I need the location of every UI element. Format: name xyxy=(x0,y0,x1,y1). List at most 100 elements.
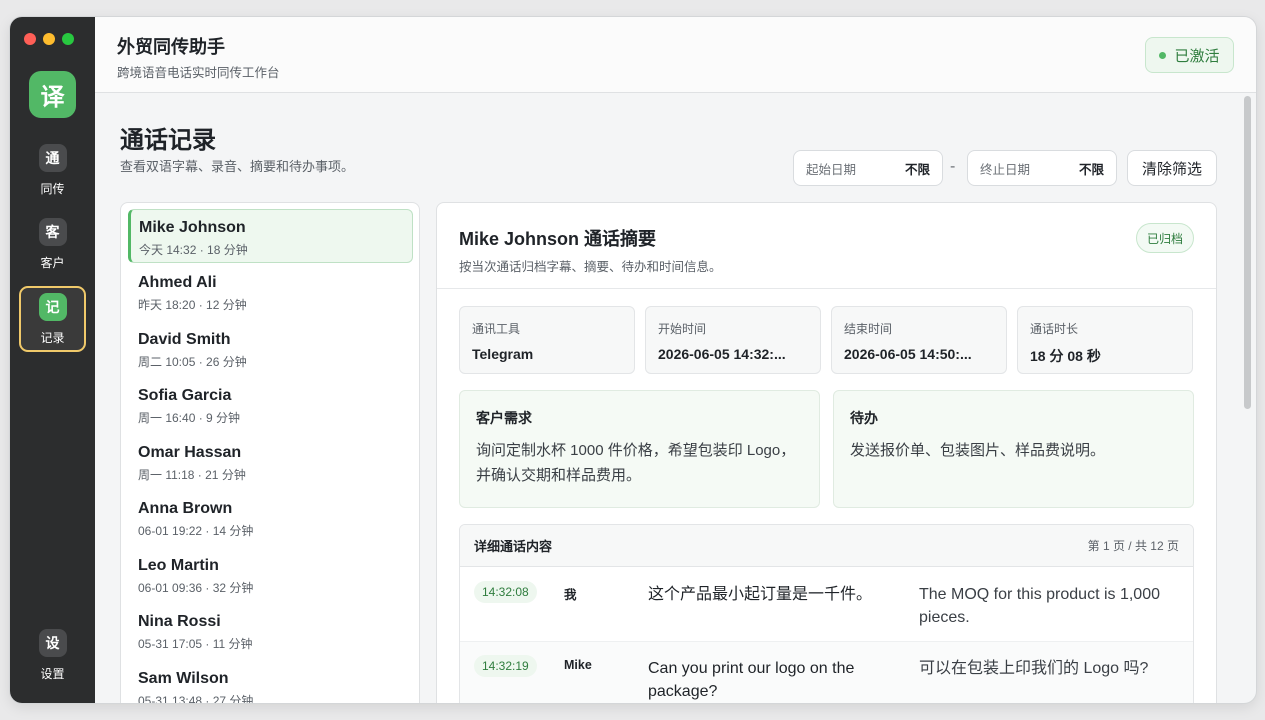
sidebar-item-label: 客户 xyxy=(40,256,65,270)
info-value: 2026-06-05 14:32:... xyxy=(658,346,786,362)
todo-card: 待办 发送报价单、包装图片、样品费说明。 xyxy=(833,390,1194,508)
transcript-speaker: 我 xyxy=(564,588,577,602)
sidebar-item-label: 同传 xyxy=(40,182,65,196)
detail-title: Mike Johnson 通话摘要 xyxy=(459,229,657,249)
call-name: Omar Hassan xyxy=(138,444,242,461)
customers-icon: 客 xyxy=(38,218,67,246)
call-meta: 昨天 18:20 · 12 分钟 xyxy=(138,298,247,312)
customer-needs-title: 客户需求 xyxy=(476,410,532,426)
info-label: 结束时间 xyxy=(844,322,893,336)
call-list-item[interactable]: Sam Wilson 05-31 13:48 · 27 分钟 xyxy=(128,661,413,703)
call-name: Ahmed Ali xyxy=(138,274,217,291)
transcript-speaker: Mike xyxy=(564,658,592,672)
info-label: 通话时长 xyxy=(1030,322,1079,336)
call-meta: 周二 10:05 · 26 分钟 xyxy=(138,355,247,369)
start-date-input[interactable]: 起始日期 不限 xyxy=(793,150,943,186)
call-name: Sofia Garcia xyxy=(138,387,232,404)
transcript-table: 详细通话内容 第 1 页 / 共 12 页 14:32:08 我 这个产品最小起… xyxy=(459,524,1194,703)
transcript-pagination[interactable]: 第 1 页 / 共 12 页 xyxy=(1088,537,1179,554)
call-meta: 05-31 13:48 · 27 分钟 xyxy=(138,694,254,703)
transcript-original: Can you print our logo on the package? xyxy=(648,660,855,700)
settings-icon: 设 xyxy=(38,629,67,657)
start-date-label: 起始日期 xyxy=(806,162,857,177)
clear-filter-button[interactable]: 清除筛选 xyxy=(1127,150,1217,186)
todo-title: 待办 xyxy=(850,410,878,426)
sidebar-item-label: 记录 xyxy=(40,331,65,345)
transcript-translation: 可以在包装上印我们的 Logo 吗? xyxy=(919,660,1149,677)
call-name: Sam Wilson xyxy=(138,670,229,687)
app-window: 译 通 同传 客 客户 记 记录 设 设置 外贸同传助手 跨境语音电话实时同传工… xyxy=(10,17,1256,703)
call-name: Nina Rossi xyxy=(138,613,221,630)
close-window-button[interactable] xyxy=(24,33,36,45)
detail-header: Mike Johnson 通话摘要 按当次通话归档字幕、摘要、待办和时间信息。 … xyxy=(437,203,1216,289)
transcript-translation: The MOQ for this product is 1,000 pieces… xyxy=(919,586,1160,626)
call-meta: 06-01 09:36 · 32 分钟 xyxy=(138,581,254,595)
call-meta: 06-01 19:22 · 14 分钟 xyxy=(138,524,254,538)
call-list: Mike Johnson 今天 14:32 · 18 分钟 Ahmed Ali … xyxy=(120,202,420,703)
sidebar-item-records[interactable]: 记 记录 xyxy=(19,286,86,352)
info-label: 通讯工具 xyxy=(472,322,521,336)
sidebar: 译 通 同传 客 客户 记 记录 设 设置 xyxy=(10,17,95,703)
info-card-end-time: 结束时间 2026-06-05 14:50:... xyxy=(831,306,1007,374)
main-content: 通话记录 查看双语字幕、录音、摘要和待办事项。 起始日期 不限 - 终止日期 不… xyxy=(95,94,1256,703)
call-detail-panel: Mike Johnson 通话摘要 按当次通话归档字幕、摘要、待办和时间信息。 … xyxy=(436,202,1217,703)
call-list-item[interactable]: Ahmed Ali 昨天 18:20 · 12 分钟 xyxy=(128,265,413,319)
activation-status-badge: 已激活 xyxy=(1145,37,1234,73)
end-date-value: 不限 xyxy=(1078,162,1104,177)
transcript-original: 这个产品最小起订量是一千件。 xyxy=(648,586,873,603)
call-name: David Smith xyxy=(138,331,231,348)
app-subtitle: 跨境语音电话实时同传工作台 xyxy=(117,66,280,80)
app-logo: 译 xyxy=(29,71,76,118)
transcript-row: 14:32:08 我 这个产品最小起订量是一千件。 The MOQ for th… xyxy=(460,568,1193,641)
app-header: 外贸同传助手 跨境语音电话实时同传工作台 已激活 xyxy=(95,17,1256,93)
call-meta: 05-31 17:05 · 11 分钟 xyxy=(138,637,253,651)
call-list-item[interactable]: Mike Johnson 今天 14:32 · 18 分钟 xyxy=(128,209,413,263)
interpret-icon: 通 xyxy=(38,144,67,172)
start-date-value: 不限 xyxy=(904,162,930,177)
date-range-separator: - xyxy=(950,158,956,175)
transcript-timestamp[interactable]: 14:32:19 xyxy=(474,655,537,677)
end-date-input[interactable]: 终止日期 不限 xyxy=(967,150,1117,186)
call-meta: 今天 14:32 · 18 分钟 xyxy=(139,243,248,257)
status-text: 已激活 xyxy=(1174,47,1220,65)
info-value: 2026-06-05 14:50:... xyxy=(844,346,972,362)
info-value: 18 分 08 秒 xyxy=(1030,348,1101,364)
page-subtitle: 查看双语字幕、录音、摘要和待办事项。 xyxy=(120,159,355,174)
zoom-window-button[interactable] xyxy=(62,33,74,45)
minimize-window-button[interactable] xyxy=(43,33,55,45)
todo-body: 发送报价单、包装图片、样品费说明。 xyxy=(850,442,1106,459)
transcript-title: 详细通话内容 xyxy=(474,539,553,554)
info-value: Telegram xyxy=(472,346,534,362)
transcript-timestamp[interactable]: 14:32:08 xyxy=(474,581,537,603)
records-icon: 记 xyxy=(38,293,67,321)
transcript-header: 详细通话内容 第 1 页 / 共 12 页 xyxy=(460,525,1193,567)
call-meta: 周一 16:40 · 9 分钟 xyxy=(138,411,241,425)
customer-needs-card: 客户需求 询问定制水杯 1000 件价格，希望包装印 Logo，并确认交期和样品… xyxy=(459,390,820,508)
main-scrollbar[interactable] xyxy=(1244,96,1251,409)
app-title: 外贸同传助手 xyxy=(117,37,225,57)
end-date-label: 终止日期 xyxy=(980,162,1031,177)
sidebar-item-interpret[interactable]: 通 同传 xyxy=(19,139,86,205)
call-list-item[interactable]: Omar Hassan 周一 11:18 · 21 分钟 xyxy=(128,435,413,489)
info-card-tool: 通讯工具 Telegram xyxy=(459,306,635,374)
call-meta: 周一 11:18 · 21 分钟 xyxy=(138,468,246,482)
info-card-start-time: 开始时间 2026-06-05 14:32:... xyxy=(645,306,821,374)
info-label: 开始时间 xyxy=(658,322,707,336)
sidebar-item-customers[interactable]: 客 客户 xyxy=(19,213,86,279)
page-title: 通话记录 xyxy=(120,127,216,154)
customer-needs-body: 询问定制水杯 1000 件价格，希望包装印 Logo，并确认交期和样品费用。 xyxy=(476,442,796,484)
call-name: Mike Johnson xyxy=(139,219,246,236)
call-list-item[interactable]: Leo Martin 06-01 09:36 · 32 分钟 xyxy=(128,548,413,602)
sidebar-item-settings[interactable]: 设 设置 xyxy=(19,624,86,690)
archived-badge: 已归档 xyxy=(1136,223,1194,253)
status-dot-icon xyxy=(1159,51,1167,59)
transcript-row: 14:32:19 Mike Can you print our logo on … xyxy=(460,641,1193,703)
call-list-item[interactable]: Nina Rossi 05-31 17:05 · 11 分钟 xyxy=(128,604,413,658)
call-list-item[interactable]: David Smith 周二 10:05 · 26 分钟 xyxy=(128,322,413,376)
call-list-item[interactable]: Sofia Garcia 周一 16:40 · 9 分钟 xyxy=(128,378,413,432)
call-name: Anna Brown xyxy=(138,500,233,517)
call-list-item[interactable]: Anna Brown 06-01 19:22 · 14 分钟 xyxy=(128,491,413,545)
sidebar-item-label: 设置 xyxy=(40,667,65,681)
detail-subtitle: 按当次通话归档字幕、摘要、待办和时间信息。 xyxy=(459,260,722,274)
info-card-duration: 通话时长 18 分 08 秒 xyxy=(1017,306,1193,374)
